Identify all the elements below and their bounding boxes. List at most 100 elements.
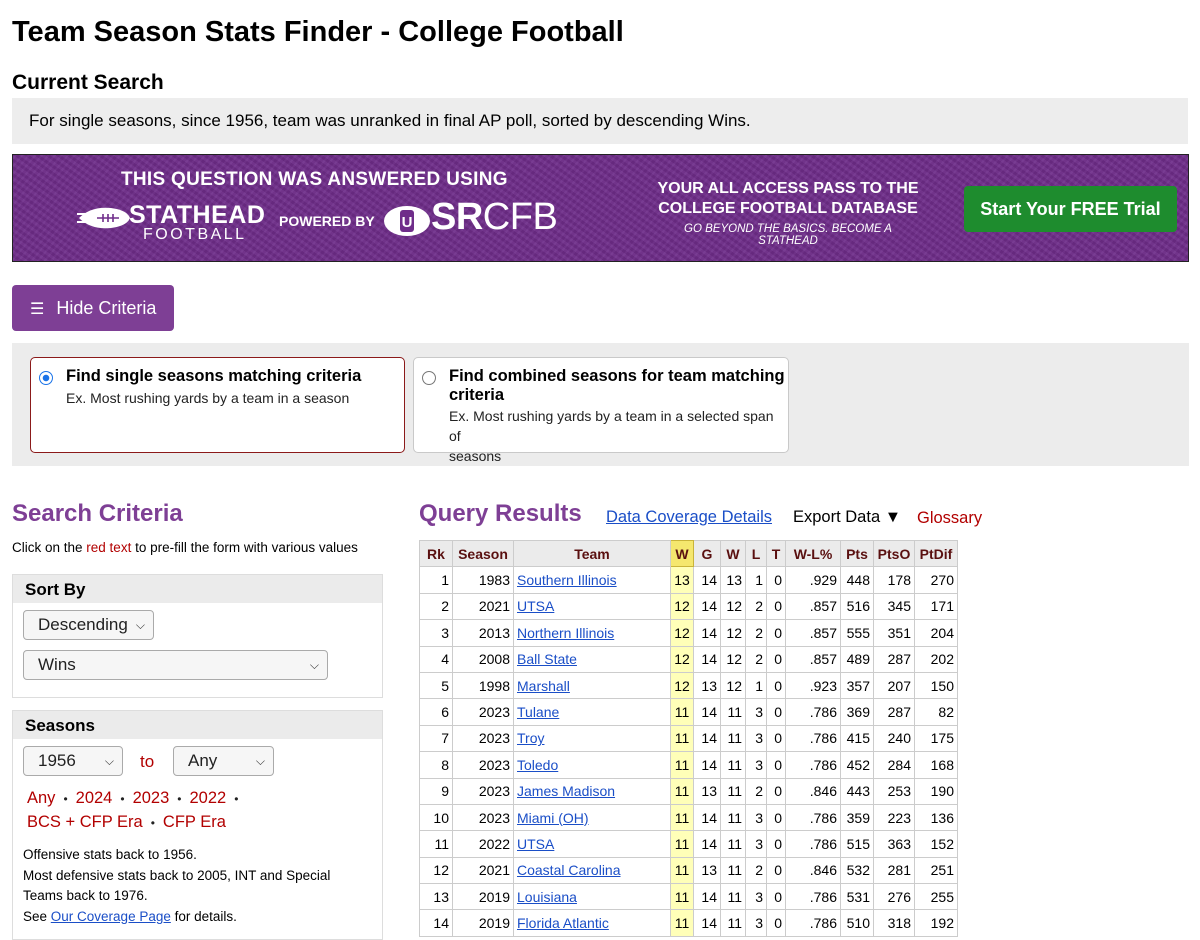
cell-season: 2021 [452, 592, 514, 621]
team-link[interactable]: Northern Illinois [513, 619, 671, 647]
chevron-down-icon: ⌵ [255, 754, 265, 768]
team-link[interactable]: UTSA [513, 592, 671, 621]
cell-season: 2013 [452, 619, 514, 647]
cell-pts: 357 [840, 671, 874, 700]
combined-seasons-option[interactable]: Find combined seasons for team matching … [413, 357, 789, 464]
column-header-w-2[interactable]: W [720, 539, 746, 568]
cell-l: 3 [745, 883, 767, 911]
cell-pts: 510 [840, 909, 874, 937]
column-header-pts[interactable]: Pts [840, 539, 874, 568]
column-header-rk[interactable]: Rk [419, 539, 453, 568]
cell-rk: 6 [419, 698, 453, 726]
cell-pts: 516 [840, 592, 874, 621]
cell-w-l-: .923 [785, 671, 841, 700]
cell-rk: 9 [419, 777, 453, 805]
coverage-note-see: See Our Coverage Page for details. [23, 907, 368, 928]
cell-season: 2023 [452, 777, 514, 805]
team-link[interactable]: Marshall [513, 671, 671, 700]
quick-link-2022[interactable]: 2022 [189, 789, 226, 807]
cell-rk: 7 [419, 724, 453, 753]
cell-season: 2008 [452, 645, 514, 673]
quick-link-bcs-cfp-era[interactable]: BCS + CFP Era [27, 813, 143, 831]
column-header-g[interactable]: G [693, 539, 721, 568]
column-header-ptso[interactable]: PtsO [873, 539, 915, 568]
season-to-select[interactable]: Any ⌵ [173, 746, 274, 776]
team-link[interactable]: Louisiana [513, 883, 671, 911]
sr-shield-icon: U [384, 206, 430, 236]
table-row: 14 2019 Florida Atlantic 11 14 11 3 0.786 510 318… [419, 909, 958, 937]
team-link[interactable]: Coastal Carolina [513, 856, 671, 885]
hide-criteria-button[interactable]: ☰ Hide Criteria [12, 285, 174, 331]
coverage-page-link[interactable]: Our Coverage Page [51, 909, 171, 924]
team-link[interactable]: Southern Illinois [513, 566, 671, 594]
cell-w-l-: .857 [785, 592, 841, 621]
search-criteria-heading: Search Criteria [12, 500, 183, 527]
cell-w: 12 [670, 592, 694, 621]
column-header-t[interactable]: T [766, 539, 786, 568]
cell-w: 11 [720, 751, 746, 779]
cell-w: 11 [670, 830, 694, 858]
cell-w: 11 [670, 777, 694, 805]
cell-w: 11 [720, 909, 746, 937]
sort-stat-select[interactable]: Wins ⌵ [23, 650, 328, 680]
separator-dot: • [63, 792, 68, 806]
quick-link-2024[interactable]: 2024 [76, 789, 113, 807]
quick-link-cfp-era[interactable]: CFP Era [163, 813, 226, 831]
seasons-heading: Seasons [13, 711, 382, 739]
team-link[interactable]: Toledo [513, 751, 671, 779]
football-icon [77, 207, 130, 229]
cell-rk: 1 [419, 566, 453, 594]
cell-rk: 3 [419, 619, 453, 647]
season-from-select[interactable]: 1956 ⌵ [23, 746, 123, 776]
cell-w: 11 [720, 698, 746, 726]
single-seasons-option[interactable]: Find single seasons matching criteria Ex… [30, 357, 405, 453]
table-row: 6 2023 Tulane 11 14 11 3 0.786 369 287 82 [419, 698, 958, 726]
promo-logos: STATHEAD FOOTBALL POWERED BY U SRCFB [77, 196, 577, 245]
column-header-team[interactable]: Team [513, 539, 671, 568]
cell-w-l-: .846 [785, 777, 841, 805]
team-link[interactable]: UTSA [513, 830, 671, 858]
cell-pts: 359 [840, 803, 874, 832]
column-header-w[interactable]: W [670, 539, 694, 568]
cell-ptdif: 152 [914, 830, 958, 858]
powered-by-label: POWERED BY [279, 213, 375, 229]
cell-w-l-: .786 [785, 751, 841, 779]
cell-ptdif: 190 [914, 777, 958, 805]
free-trial-button[interactable]: Start Your FREE Trial [964, 186, 1177, 232]
cell-t: 0 [766, 777, 786, 805]
hint-suffix: to pre-fill the form with various values [131, 540, 358, 555]
cell-l: 3 [745, 909, 767, 937]
cell-ptdif: 192 [914, 909, 958, 937]
cell-w: 11 [720, 803, 746, 832]
team-link[interactable]: Ball State [513, 645, 671, 673]
export-data-menu[interactable]: Export Data ▼ [793, 508, 901, 527]
stathead-promo-banner[interactable]: THIS QUESTION WAS ANSWERED USING STATHEA… [12, 154, 1189, 262]
column-header-l[interactable]: L [745, 539, 767, 568]
chevron-down-icon: ⌵ [309, 658, 319, 672]
cell-g: 14 [693, 566, 721, 594]
combined-seasons-title: Find combined seasons for team matching … [449, 367, 785, 405]
column-header-w-l-[interactable]: W-L% [785, 539, 841, 568]
table-row: 9 2023 James Madison 11 13 11 2 0.846 443 253 190 [419, 777, 958, 805]
cell-l: 1 [745, 566, 767, 594]
promo-answered-text: THIS QUESTION WAS ANSWERED USING [121, 169, 508, 190]
team-link[interactable]: James Madison [513, 777, 671, 805]
combined-seasons-radio[interactable] [422, 371, 436, 385]
cell-w-l-: .786 [785, 803, 841, 832]
football-logo-text: FOOTBALL [143, 226, 247, 243]
team-link[interactable]: Troy [513, 724, 671, 753]
season-to-label: to [140, 752, 155, 771]
glossary-link[interactable]: Glossary [917, 509, 982, 528]
single-seasons-radio[interactable] [39, 371, 53, 385]
team-link[interactable]: Miami (OH) [513, 803, 671, 832]
cell-w: 11 [720, 830, 746, 858]
data-coverage-link[interactable]: Data Coverage Details [606, 508, 772, 527]
column-header-season[interactable]: Season [452, 539, 514, 568]
coverage-see-prefix: See [23, 908, 51, 924]
quick-link-2023[interactable]: 2023 [133, 789, 170, 807]
team-link[interactable]: Florida Atlantic [513, 909, 671, 937]
quick-link-any[interactable]: Any [27, 789, 55, 807]
sort-order-select[interactable]: Descending ⌵ [23, 610, 154, 640]
team-link[interactable]: Tulane [513, 698, 671, 726]
column-header-ptdif[interactable]: PtDif [914, 539, 958, 568]
